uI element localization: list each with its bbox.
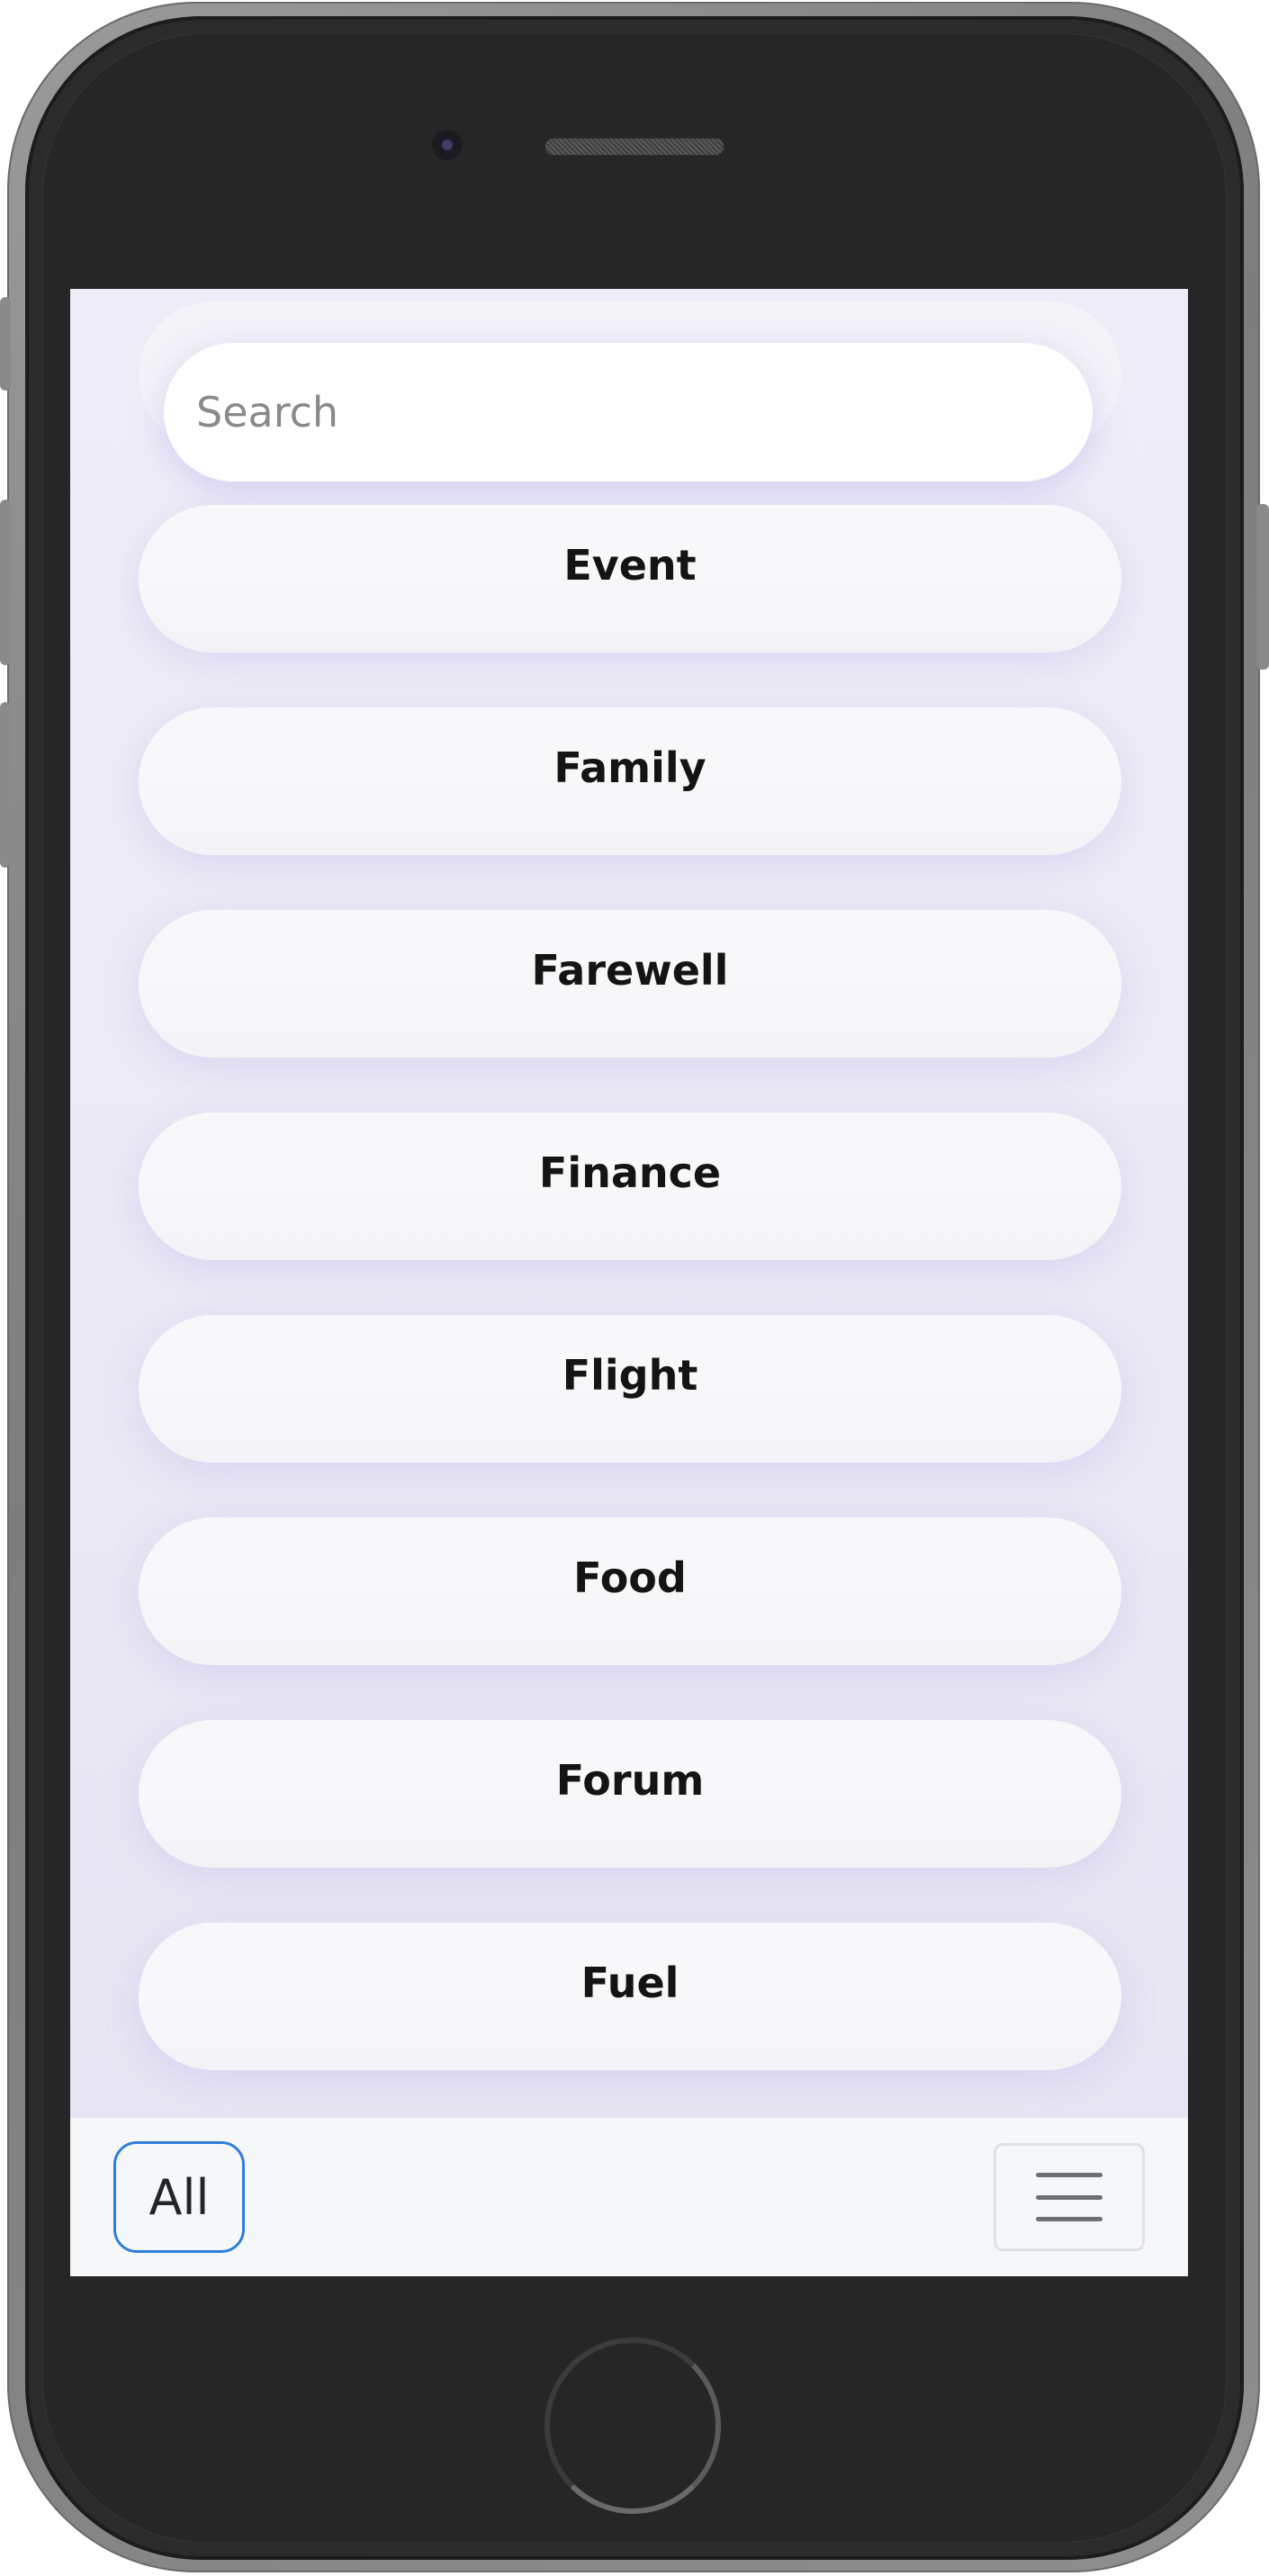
category-label: Fuel <box>580 1959 680 2007</box>
category-label: Event <box>563 541 697 590</box>
home-button[interactable] <box>544 2337 721 2514</box>
earpiece-speaker <box>544 138 724 156</box>
category-list: Event Family Farewell Finance Flight Foo… <box>139 505 1121 2125</box>
category-item-food[interactable]: Food <box>139 1518 1121 1665</box>
category-item-farewell[interactable]: Farewell <box>139 910 1121 1058</box>
front-camera-icon <box>434 131 461 158</box>
category-label: Finance <box>538 1148 722 1197</box>
category-item-fuel[interactable]: Fuel <box>139 1923 1121 2070</box>
search-input[interactable] <box>164 343 1093 482</box>
category-label: Family <box>554 743 706 792</box>
category-label: Flight <box>562 1351 698 1400</box>
category-item-family[interactable]: Family <box>139 707 1121 855</box>
bottom-toolbar: All <box>70 2118 1188 2276</box>
all-filter-label: All <box>148 2168 210 2226</box>
all-filter-button[interactable]: All <box>113 2141 245 2253</box>
hamburger-icon <box>1036 2173 1102 2221</box>
screen: Event Family Farewell Finance Flight Foo… <box>70 289 1188 2276</box>
category-label: Farewell <box>531 946 729 995</box>
category-item-event[interactable]: Event <box>139 505 1121 653</box>
category-item-flight[interactable]: Flight <box>139 1315 1121 1463</box>
category-label: Forum <box>555 1756 705 1805</box>
category-label: Food <box>573 1554 687 1602</box>
menu-toggle-button[interactable] <box>994 2143 1145 2251</box>
category-item-forum[interactable]: Forum <box>139 1720 1121 1868</box>
content-area: Event Family Farewell Finance Flight Foo… <box>70 289 1188 2118</box>
category-item-finance[interactable]: Finance <box>139 1112 1121 1260</box>
